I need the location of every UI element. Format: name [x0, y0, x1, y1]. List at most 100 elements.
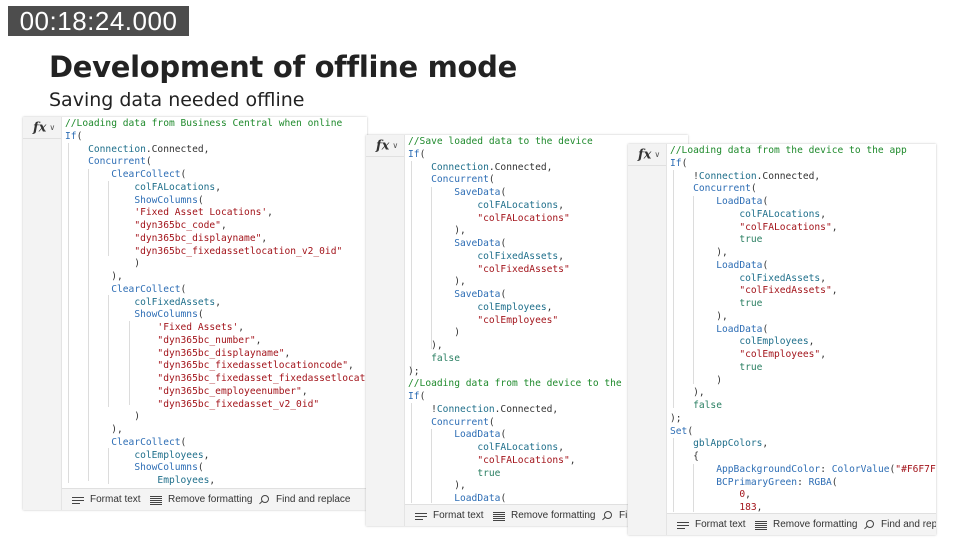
code-line: "dyn365bc_fixedassetlocationcode", — [65, 360, 367, 373]
find-replace-button[interactable]: Find and replace — [258, 494, 351, 505]
code-token: "dyn365bc_number" — [157, 334, 256, 346]
code-line: true — [670, 234, 936, 247]
format-text-label: Format text — [433, 510, 484, 521]
code-token: ), — [670, 247, 728, 258]
remove-formatting-button[interactable]: Remove formatting — [493, 510, 595, 521]
code-token: ( — [197, 462, 204, 474]
fx-dropdown-button[interactable]: fx ∨ — [628, 144, 666, 166]
code-token: LoadData — [454, 493, 501, 504]
code-line: "dyn365bc_fixedassetlocation_v2_0id" — [65, 246, 367, 259]
code-token: colFALocations — [477, 199, 559, 211]
code-token: ), — [670, 387, 705, 399]
code-token: colEmployees — [739, 336, 809, 348]
code-line: Concurrent( — [670, 183, 936, 196]
code-line: "dyn365bc_code", — [65, 220, 367, 233]
code-token: ColorValue — [831, 463, 890, 475]
fx-icon: fx — [33, 120, 47, 136]
code-line: "dyn365bc_displayname", — [65, 233, 367, 246]
code-token: ) — [65, 411, 141, 423]
code-token: 'Fixed Asset Locations' — [134, 207, 268, 219]
remove-formatting-button[interactable]: Remove formatting — [755, 519, 857, 530]
format-text-icon — [677, 520, 689, 530]
find-replace-button[interactable]: Fi — [601, 510, 627, 521]
format-text-button[interactable]: Format text — [72, 494, 141, 505]
format-text-button[interactable]: Format text — [415, 510, 484, 521]
code-token: colFALocations — [134, 181, 216, 193]
code-token: ( — [180, 283, 187, 295]
code-token: "dyn365bc_displayname" — [134, 232, 262, 244]
code-token: "colFALocations" — [739, 221, 832, 233]
code-line: "dyn365bc_displayname", — [65, 348, 367, 361]
code-line: colFixedAssets, — [670, 273, 936, 286]
code-token: , — [203, 449, 210, 461]
fx-dropdown-button[interactable]: fx ∨ — [23, 117, 61, 139]
code-token: ( — [76, 130, 83, 142]
code-token: ! — [670, 170, 699, 182]
code-line: ClearCollect( — [65, 437, 367, 450]
slide-subtitle: Saving data needed offline — [49, 89, 305, 111]
code-token: , — [762, 438, 769, 450]
code-token: ( — [681, 157, 688, 169]
code-token: , — [261, 232, 268, 244]
code-line: !Connection.Connected, — [670, 171, 936, 184]
code-token: ), — [65, 424, 123, 435]
format-text-label: Format text — [90, 494, 141, 505]
code-token: ClearCollect — [111, 169, 181, 180]
search-icon — [601, 510, 613, 521]
code-line: Employees, — [65, 475, 367, 488]
code-token: //Loading data from Business Central whe… — [65, 118, 343, 129]
code-line: "dyn365bc_number", — [65, 335, 367, 348]
formula-gutter — [366, 135, 405, 526]
code-token: Concurrent — [88, 156, 146, 168]
code-line: colFALocations, — [65, 182, 367, 195]
formula-gutter — [628, 144, 667, 535]
code-token: ! — [408, 403, 437, 415]
code-line: gblAppColors, — [670, 438, 936, 451]
code-token: { — [670, 451, 699, 462]
code-token: , — [831, 221, 838, 233]
code-line: ShowColumns( — [65, 462, 367, 475]
code-token: ), — [408, 480, 466, 492]
code-token: , — [569, 454, 576, 466]
format-text-button[interactable]: Format text — [677, 519, 746, 530]
code-line: ) — [65, 258, 367, 271]
formula-code-editor[interactable]: //Loading data from Business Central whe… — [65, 118, 367, 488]
code-token: , — [348, 360, 354, 372]
code-token: ( — [488, 174, 495, 186]
find-replace-button[interactable]: Find and replac — [863, 519, 936, 530]
code-line: ShowColumns( — [65, 195, 367, 208]
code-token: colEmployees — [477, 301, 547, 313]
code-token: , — [284, 347, 291, 359]
formula-toolbar: Format text Remove formatting Find and r… — [667, 513, 936, 535]
code-token: colFALocations — [739, 208, 821, 220]
code-token: SaveData — [454, 238, 501, 249]
remove-formatting-label: Remove formatting — [168, 494, 253, 505]
code-line: //Loading data from Business Central whe… — [65, 118, 367, 131]
code-line: "colEmployees", — [670, 349, 936, 362]
code-line: ); — [670, 413, 936, 426]
code-line: colFixedAssets, — [65, 297, 367, 310]
formula-code-editor[interactable]: //Loading data from the device to the ap… — [670, 145, 936, 515]
code-line: "colFixedAssets", — [670, 285, 936, 298]
remove-formatting-button[interactable]: Remove formatting — [150, 494, 252, 505]
code-token: ( — [500, 238, 507, 249]
code-line: ) — [65, 411, 367, 424]
remove-formatting-label: Remove formatting — [773, 519, 858, 530]
remove-formatting-icon — [493, 511, 505, 521]
fx-dropdown-button[interactable]: fx ∨ — [366, 135, 404, 157]
code-token: Employees — [157, 475, 210, 486]
code-token: , — [215, 181, 221, 193]
code-token: , — [831, 285, 838, 297]
